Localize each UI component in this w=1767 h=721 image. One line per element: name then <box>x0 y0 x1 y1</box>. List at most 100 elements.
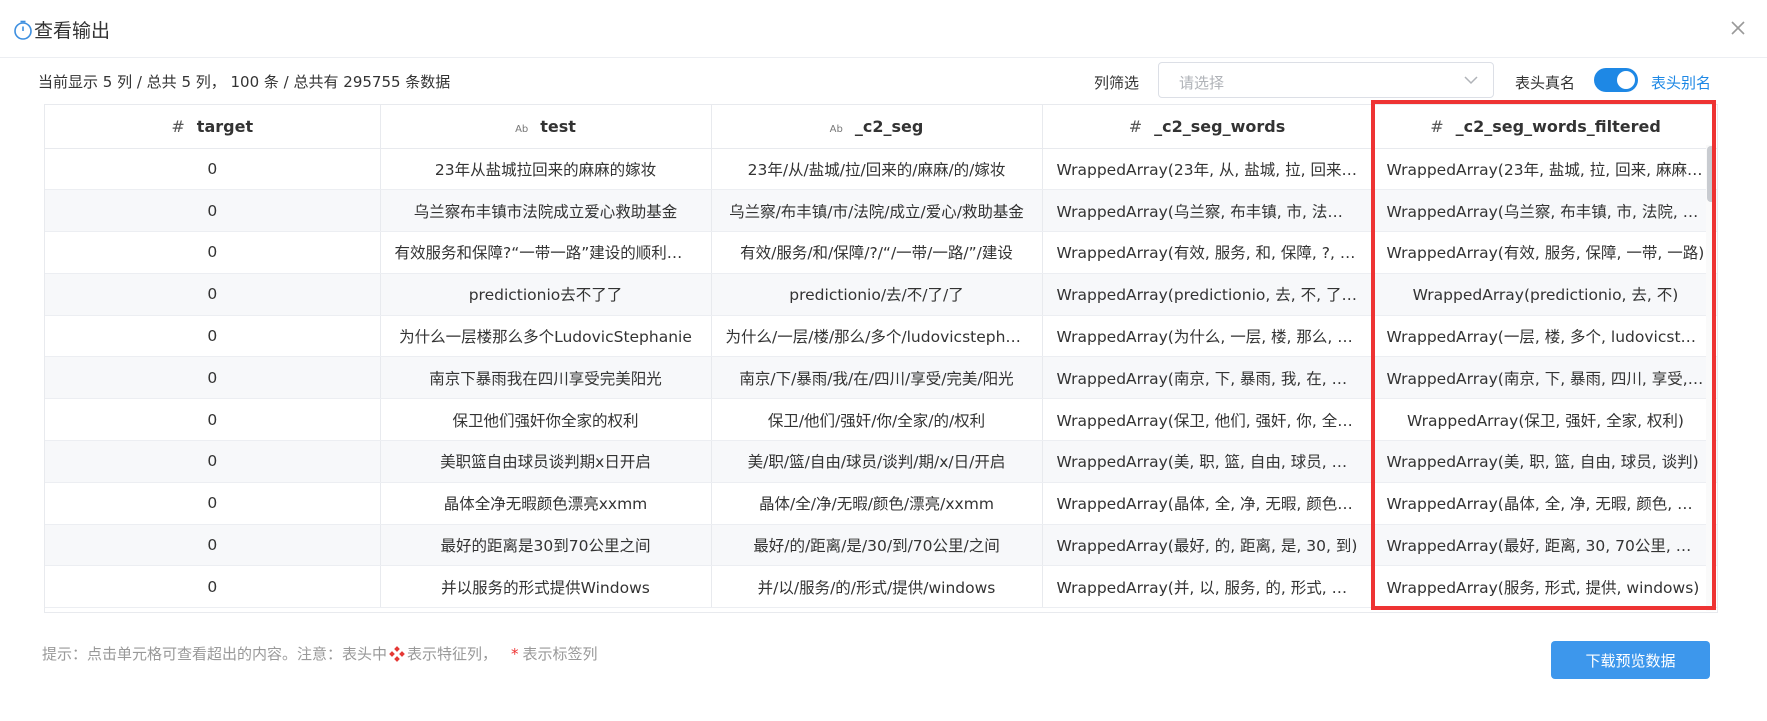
column-header-c2-seg-words-filtered[interactable]: # _c2_seg_words_filtered <box>1372 105 1717 149</box>
column-header-label: _c2_seg_words <box>1154 116 1286 136</box>
string-type-icon: Ab <box>829 123 843 135</box>
column-header-test[interactable]: Ab test <box>380 105 712 149</box>
table-row: 0 并以服务的形式提供Windows 并/以/服务/的/形式/提供/window… <box>45 565 1717 609</box>
hint-feature-text: 表示特征列， <box>407 645 498 663</box>
numeric-type-icon: # <box>1430 116 1444 136</box>
table-cell[interactable]: 最好/的/距离/是/30/到/70公里/之间 <box>711 524 1043 567</box>
table-cell[interactable]: 0 <box>45 524 381 567</box>
table-cell[interactable]: WrappedArray(predictionio, 去, 不) <box>1372 273 1717 316</box>
hint-text: 提示：点击单元格可查看超出的内容。注意：表头中 表示特征列， * 表示标签列 <box>42 643 598 664</box>
table-cell[interactable]: 南京下暴雨我在四川享受完美阳光 <box>380 356 712 400</box>
table-cell[interactable]: WrappedArray(有效, 服务, 保障, 一带, 一路) <box>1372 231 1717 274</box>
table-cell[interactable]: 0 <box>45 565 381 609</box>
output-table: # target Ab test Ab _c2_seg # _c2_seg_words … <box>44 104 1718 613</box>
table-cell[interactable]: 0 <box>45 231 381 274</box>
table-cell[interactable]: WrappedArray(保卫, 他们, 强奸, 你, 全家, 的) <box>1042 398 1373 442</box>
data-summary: 当前显示 5 列 / 总共 5 列， 100 条 / 总共有 295755 条数… <box>38 73 451 91</box>
table-scrollbar-track[interactable] <box>1706 145 1716 611</box>
table-row: 0 晶体全净无暇颜色漂亮xxmm 晶体/全/净/无暇/颜色/漂亮/xxmm Wr… <box>45 482 1717 525</box>
table-cell[interactable]: WrappedArray(乌兰察, 布丰镇, 市, 法院, 成立, 爱心) <box>1042 189 1373 233</box>
table-cell[interactable]: 0 <box>45 440 381 483</box>
table-cell[interactable]: WrappedArray(predictionio, 去, 不, 了, 了) <box>1042 273 1373 316</box>
table-cell[interactable]: 并/以/服务/的/形式/提供/windows <box>711 565 1043 609</box>
table-cell[interactable]: 并以服务的形式提供Windows <box>380 565 712 609</box>
table-cell[interactable]: WrappedArray(服务, 形式, 提供, windows) <box>1372 565 1717 609</box>
table-row: 0 美职篮自由球员谈判期x日开启 美/职/篮/自由/球员/谈判/期/x/日/开启… <box>45 440 1717 483</box>
numeric-type-icon: # <box>1128 116 1143 136</box>
table-cell[interactable]: 有效/服务/和/保障/?/“/一带/一路/”/建设 <box>711 231 1043 274</box>
table-cell[interactable]: 23年从盐城拉回来的麻麻的嫁妆 <box>380 148 712 191</box>
table-cell[interactable]: predictionio去不了了 <box>380 273 712 316</box>
table-cell[interactable]: 0 <box>45 189 381 233</box>
table-cell[interactable]: 晶体/全/净/无暇/颜色/漂亮/xxmm <box>711 482 1043 525</box>
table-cell[interactable]: 0 <box>45 148 381 191</box>
table-cell[interactable]: 有效服务和保障?“一带一路”建设的顺利推进 <box>380 231 712 274</box>
table-cell[interactable]: predictionio/去/不/了/了 <box>711 273 1043 316</box>
table-cell[interactable]: WrappedArray(晶体, 全, 净, 无暇, 颜色, 漂亮) <box>1042 482 1373 525</box>
column-filter-select[interactable]: 请选择 <box>1158 62 1494 98</box>
column-header-c2-seg-words[interactable]: # _c2_seg_words <box>1042 105 1373 149</box>
table-row: 0 南京下暴雨我在四川享受完美阳光 南京/下/暴雨/我/在/四川/享受/完美/阳… <box>45 356 1717 400</box>
table-cell[interactable]: WrappedArray(为什么, 一层, 楼, 那么, 多个) <box>1042 315 1373 358</box>
column-filter-label: 列筛选 <box>1094 74 1140 92</box>
numeric-type-icon: # <box>171 116 185 136</box>
column-header-c2-seg[interactable]: Ab _c2_seg <box>711 105 1043 149</box>
table-cell[interactable]: 美职篮自由球员谈判期x日开启 <box>380 440 712 483</box>
table-row: 0 predictionio去不了了 predictionio/去/不/了/了 … <box>45 273 1717 316</box>
string-type-icon: Ab <box>515 123 529 135</box>
table-cell[interactable]: WrappedArray(最好, 的, 距离, 是, 30, 到) <box>1042 524 1373 567</box>
feature-column-icon <box>389 645 405 662</box>
table-header-row: # target Ab test Ab _c2_seg # _c2_seg_words … <box>45 105 1717 149</box>
table-cell[interactable]: 保卫/他们/强奸/你/全家/的/权利 <box>711 398 1043 442</box>
table-cell[interactable]: WrappedArray(一层, 楼, 多个, ludovicstephanie… <box>1372 315 1717 358</box>
table-cell[interactable]: WrappedArray(晶体, 全, 净, 无暇, 颜色, 漂亮) <box>1372 482 1717 525</box>
column-filter-placeholder: 请选择 <box>1179 74 1225 92</box>
dialog-title: 查看输出 <box>34 20 111 42</box>
table-cell[interactable]: 0 <box>45 273 381 316</box>
table-cell[interactable]: WrappedArray(保卫, 强奸, 全家, 权利) <box>1372 398 1717 442</box>
table-cell[interactable]: WrappedArray(有效, 服务, 和, 保障, ?, “, 一带) <box>1042 231 1373 274</box>
table-cell[interactable]: 0 <box>45 398 381 442</box>
table-cell[interactable]: 23年/从/盐城/拉/回来的/麻麻/的/嫁妆 <box>711 148 1043 191</box>
table-row: 0 最好的距离是30到70公里之间 最好/的/距离/是/30/到/70公里/之间… <box>45 524 1717 567</box>
table-row: 0 保卫他们强奸你全家的权利 保卫/他们/强奸/你/全家/的/权利 Wrappe… <box>45 398 1717 442</box>
table-scrollbar-thumb[interactable] <box>1707 146 1715 202</box>
table-cell[interactable]: WrappedArray(23年, 盐城, 拉, 回来, 麻麻, 嫁妆) <box>1372 148 1717 191</box>
table-cell[interactable]: 乌兰察/布丰镇/市/法院/成立/爱心/救助基金 <box>711 189 1043 233</box>
header-alias-link[interactable]: 表头别名 <box>1651 72 1711 93</box>
column-header-label: _c2_seg_words_filtered <box>1455 116 1661 136</box>
download-preview-button[interactable]: 下载预览数据 <box>1551 641 1710 679</box>
table-cell[interactable]: 南京/下/暴雨/我/在/四川/享受/完美/阳光 <box>711 356 1043 400</box>
label-column-star-icon: * <box>511 644 519 663</box>
table-cell[interactable]: 乌兰察布丰镇市法院成立爱心救助基金 <box>380 189 712 233</box>
table-cell[interactable]: WrappedArray(最好, 距离, 30, 70公里, 之间) <box>1372 524 1717 567</box>
toggle-knob <box>1617 71 1635 89</box>
table-cell[interactable]: 0 <box>45 356 381 400</box>
header-name-toggle[interactable] <box>1594 68 1638 92</box>
column-header-label: target <box>196 116 254 136</box>
hint-prefix: 提示：点击单元格可查看超出的内容。注意：表头中 <box>42 645 388 663</box>
column-header-target[interactable]: # target <box>45 105 381 149</box>
table-cell[interactable]: 0 <box>45 315 381 358</box>
column-header-label: _c2_seg <box>854 116 924 136</box>
table-cell[interactable]: 为什么一层楼那么多个LudovicStephanie <box>380 315 712 358</box>
table-cell[interactable]: WrappedArray(并, 以, 服务, 的, 形式, 提供) <box>1042 565 1373 609</box>
table-cell[interactable]: 最好的距离是30到70公里之间 <box>380 524 712 567</box>
table-cell[interactable]: 美/职/篮/自由/球员/谈判/期/x/日/开启 <box>711 440 1043 483</box>
table-cell[interactable]: WrappedArray(南京, 下, 暴雨, 我, 在, 四川) <box>1042 356 1373 400</box>
table-row: 0 乌兰察布丰镇市法院成立爱心救助基金 乌兰察/布丰镇/市/法院/成立/爱心/救… <box>45 189 1717 233</box>
chevron-down-icon <box>1464 76 1478 85</box>
table-cell[interactable]: 保卫他们强奸你全家的权利 <box>380 398 712 442</box>
table-row: 0 有效服务和保障?“一带一路”建设的顺利推进 有效/服务/和/保障/?/“/一… <box>45 231 1717 274</box>
table-cell[interactable]: WrappedArray(23年, 从, 盐城, 拉, 回来的, 麻麻, 的, … <box>1042 148 1373 191</box>
table-cell[interactable]: 0 <box>45 482 381 525</box>
table-cell[interactable]: 晶体全净无暇颜色漂亮xxmm <box>380 482 712 525</box>
column-header-label: test <box>540 116 576 136</box>
table-cell[interactable]: WrappedArray(南京, 下, 暴雨, 四川, 享受, 完美) <box>1372 356 1717 400</box>
table-cell[interactable]: WrappedArray(美, 职, 篮, 自由, 球员, 谈判) <box>1372 440 1717 483</box>
close-icon[interactable] <box>1726 16 1750 40</box>
table-cell[interactable]: 为什么/一层/楼/那么/多个/ludovicstephanie <box>711 315 1043 358</box>
table-cell[interactable]: WrappedArray(乌兰察, 布丰镇, 市, 法院, 成立, 爱心) <box>1372 189 1717 233</box>
table-cell[interactable]: WrappedArray(美, 职, 篮, 自由, 球员, 谈判) <box>1042 440 1373 483</box>
table-row: 0 23年从盐城拉回来的麻麻的嫁妆 23年/从/盐城/拉/回来的/麻麻/的/嫁妆… <box>45 148 1717 191</box>
